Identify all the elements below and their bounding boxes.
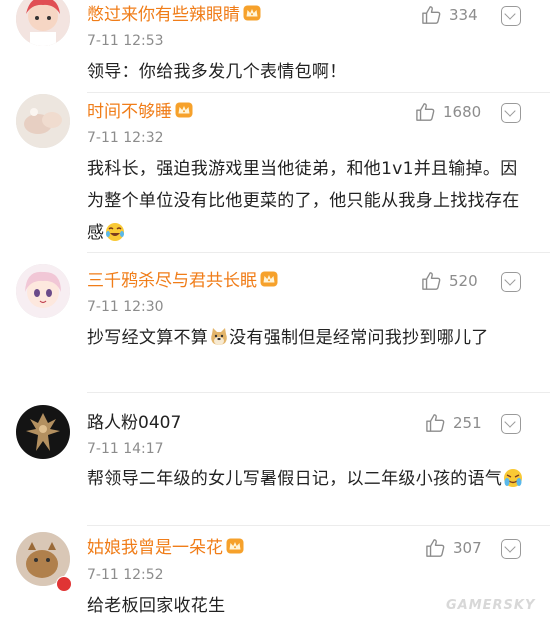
- like-count: 1680: [443, 103, 482, 121]
- crown-icon: [175, 102, 193, 118]
- timestamp: 7-11 12:52: [87, 567, 164, 583]
- thumbs-up-icon: [415, 102, 437, 122]
- like-count: 334: [449, 6, 478, 24]
- avatar[interactable]: [16, 405, 70, 459]
- username[interactable]: 路人粉0407: [87, 412, 181, 434]
- username[interactable]: 时间不够睡: [87, 101, 193, 123]
- crown-icon: [226, 538, 244, 554]
- username[interactable]: 姑娘我曾是一朵花: [87, 537, 244, 559]
- laugh-cry-emoji-icon: [106, 223, 125, 241]
- like-button[interactable]: 334: [421, 5, 478, 25]
- like-button[interactable]: 307: [425, 538, 482, 558]
- comment-text: 抄写经文算不算 没有强制但是经常问我抄到哪儿了: [87, 328, 489, 348]
- like-count: 520: [449, 272, 478, 290]
- doge-emoji-icon: [211, 328, 227, 345]
- user-badge: [56, 576, 72, 592]
- timestamp: 7-11 12:30: [87, 299, 164, 315]
- like-button[interactable]: 520: [421, 271, 478, 291]
- watermark: GAMERSKY: [446, 598, 536, 613]
- thumbs-up-icon: [421, 5, 443, 25]
- timestamp: 7-11 14:17: [87, 441, 164, 457]
- like-count: 307: [453, 539, 482, 557]
- comment-text: 领导：你给我多发几个表情包啊！: [87, 62, 347, 82]
- divider: [87, 525, 550, 526]
- avatar[interactable]: [16, 264, 70, 318]
- comment-menu-button[interactable]: [501, 103, 521, 123]
- username[interactable]: 憋过来你有些辣眼睛: [87, 4, 261, 26]
- comment-menu-button[interactable]: [501, 272, 521, 292]
- divider: [87, 392, 550, 393]
- timestamp: 7-11 12:53: [87, 33, 164, 49]
- divider: [87, 92, 550, 93]
- comment-text: 帮领导二年级的女儿写暑假日记，以二年级小孩的语气: [87, 463, 527, 495]
- avatar[interactable]: [16, 0, 70, 46]
- like-button[interactable]: 1680: [415, 102, 481, 122]
- thumbs-up-icon: [421, 271, 443, 291]
- avatar[interactable]: [16, 94, 70, 148]
- comment-menu-button[interactable]: [501, 6, 521, 26]
- thumbs-up-icon: [425, 538, 447, 558]
- like-button[interactable]: 251: [425, 413, 482, 433]
- crown-icon: [260, 271, 278, 287]
- comment-menu-button[interactable]: [501, 414, 521, 434]
- crying-laughing-emoji-icon: [504, 469, 523, 487]
- username[interactable]: 三千鸦杀尽与君共长眠: [87, 270, 278, 292]
- comment-text: 我科长，强迫我游戏里当他徒弟，和他1v1并且输掉。因为整个单位没有比他更菜的了，…: [87, 159, 520, 243]
- crown-icon: [243, 5, 261, 21]
- divider: [87, 252, 550, 253]
- like-count: 251: [453, 414, 482, 432]
- thumbs-up-icon: [425, 413, 447, 433]
- comment-menu-button[interactable]: [501, 539, 521, 559]
- timestamp: 7-11 12:32: [87, 130, 164, 146]
